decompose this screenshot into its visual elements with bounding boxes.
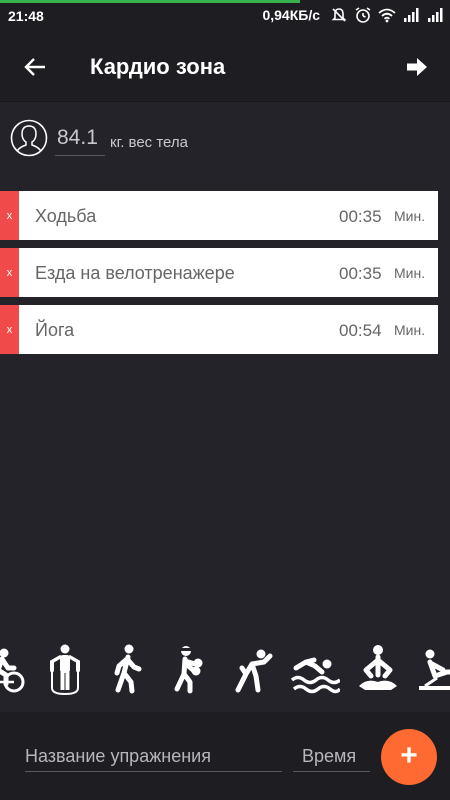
alarm-icon <box>355 7 371 23</box>
signal-icon <box>428 8 443 22</box>
exercise-time-input[interactable]: Время <box>293 736 370 772</box>
exercise-unit: Мин. <box>394 322 426 338</box>
status-time: 21:48 <box>8 8 44 24</box>
list-item[interactable]: x Йога 00:54 Мин. <box>0 305 438 354</box>
body-weight-label: кг. вес тела <box>110 134 188 151</box>
exercise-name: Йога <box>35 320 75 340</box>
exercise-name-input[interactable]: Название упражнения <box>25 736 282 772</box>
body-weight-input[interactable]: 84.1 <box>55 120 105 156</box>
exercise-time: 00:35 <box>339 207 382 226</box>
network-speed: 0,94КБ/с <box>262 7 320 23</box>
cycling-icon[interactable] <box>0 642 30 696</box>
exercise-unit: Мин. <box>394 208 426 224</box>
app-bar: Кардио зона <box>0 32 450 102</box>
swimming-icon[interactable] <box>290 642 340 696</box>
activity-icon-strip[interactable] <box>0 640 450 700</box>
add-exercise-bar: Название упражнения Время + <box>0 712 450 800</box>
mute-icon <box>331 8 347 22</box>
body-weight-row: 84.1 кг. вес тела <box>0 112 450 168</box>
next-button[interactable] <box>400 51 434 83</box>
plus-icon: + <box>400 739 418 772</box>
person-icon <box>10 119 48 157</box>
yoga-icon[interactable] <box>353 642 403 696</box>
arrow-left-icon <box>24 58 45 76</box>
exercise-list: x Ходьба 00:35 Мин. x Езда на велотренаж… <box>0 191 438 362</box>
list-item[interactable]: x Езда на велотренажере 00:35 Мин. <box>0 248 438 297</box>
delete-button[interactable]: x <box>0 305 19 354</box>
jump-rope-icon[interactable] <box>40 642 90 696</box>
exercise-name: Езда на велотренажере <box>35 263 235 283</box>
wifi-icon <box>378 8 396 23</box>
exercise-name: Ходьба <box>35 206 97 226</box>
exercise-time: 00:54 <box>339 321 382 340</box>
download-progress <box>0 0 300 3</box>
exercise-unit: Мин. <box>394 265 426 281</box>
delete-button[interactable]: x <box>0 248 19 297</box>
signal-icon <box>404 8 419 22</box>
status-icons: 0,94КБ/с <box>262 6 444 24</box>
stretching-icon[interactable] <box>228 642 278 696</box>
delete-button[interactable]: x <box>0 191 19 240</box>
page-title: Кардио зона <box>90 54 226 79</box>
walking-icon[interactable] <box>102 642 152 696</box>
list-item[interactable]: x Ходьба 00:35 Мин. <box>0 191 438 240</box>
back-button[interactable] <box>18 51 52 83</box>
boxing-icon[interactable] <box>165 642 215 696</box>
status-bar: 21:48 0,94КБ/с <box>0 0 450 32</box>
add-exercise-button[interactable]: + <box>381 729 437 785</box>
exercise-time: 00:35 <box>339 264 382 283</box>
rowing-icon[interactable] <box>415 642 450 696</box>
arrow-right-icon <box>407 58 427 76</box>
